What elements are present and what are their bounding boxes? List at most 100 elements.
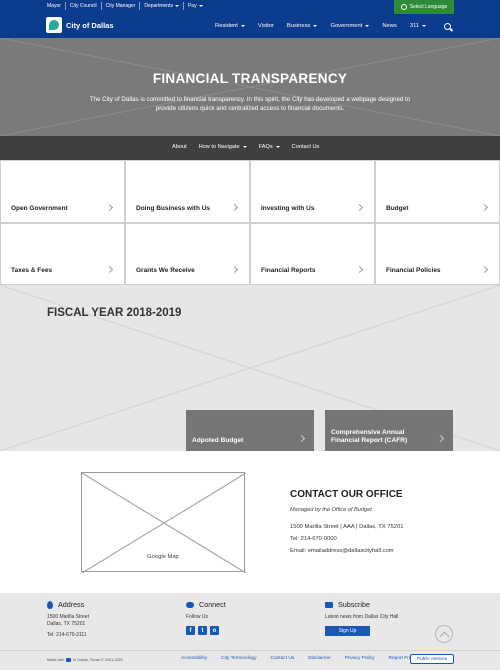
chevron-down-icon [174, 5, 179, 7]
chevron-down-icon [198, 5, 203, 7]
nav-item-311[interactable]: 311 [410, 23, 427, 29]
nav-item-news[interactable]: News [382, 23, 397, 29]
tile-investing[interactable]: Investing with Us [250, 160, 375, 223]
contact-section: Google Map CONTACT OUR OFFICE Managed by… [0, 451, 500, 593]
city-logo[interactable]: City of Dallas [46, 17, 114, 33]
google-map[interactable]: Google Map [81, 472, 246, 573]
tile-taxes-fees[interactable]: Taxes & Fees [0, 222, 125, 285]
globe-icon [400, 4, 407, 10]
chevron-right-icon [230, 265, 239, 274]
topic-tiles: Open Government Doing Business with Us I… [0, 160, 500, 285]
nav-item-visitor[interactable]: Visitor [258, 23, 274, 29]
mail-icon [325, 601, 333, 608]
utility-link-pay[interactable]: Pay [182, 2, 207, 10]
chevron-down-icon [275, 146, 280, 148]
chevron-down-icon [240, 25, 245, 27]
tile-label: Financial Reports [261, 267, 316, 274]
chat-bubble-icon [186, 601, 194, 608]
hero-banner: FINANCIAL TRANSPARENCY The City of Dalla… [0, 38, 500, 136]
subnav-item-contact-us[interactable]: Contact Us [292, 144, 320, 150]
fiscal-year-title: FISCAL YEAR 2018-2019 [47, 307, 182, 319]
dallas-logo-icon [46, 17, 62, 33]
footer-subscribe-heading: Subscribe [338, 600, 370, 609]
footer-link-privacy-policy[interactable]: Privacy Policy [345, 656, 375, 661]
tile-grants[interactable]: Grants We Receive [125, 222, 250, 285]
nav-items: Resident Visitor Business Government New… [215, 23, 439, 29]
chevron-right-icon [297, 434, 306, 443]
nav-item-business[interactable]: Business [287, 23, 318, 29]
chevron-right-icon [230, 203, 239, 211]
utility-bar: Mayor City Council City Manager Departme… [0, 0, 500, 14]
footer-bottom-bar: Made with in Dallas, Texas © 2001-2021 A… [0, 650, 500, 670]
chevron-right-icon [355, 203, 364, 211]
chevron-down-icon [365, 25, 370, 27]
hero-description: The City of Dallas is committed to finan… [89, 96, 411, 112]
facebook-icon[interactable]: f [186, 626, 195, 635]
footer-links: Accessibility City Terminology Contact U… [181, 656, 431, 661]
tile-label: Doing Business with Us [136, 204, 211, 212]
contact-title: CONTACT OUR OFFICE [290, 489, 403, 500]
tile-label: Investing with Us [261, 204, 315, 212]
tile-financial-reports[interactable]: Financial Reports [250, 222, 375, 285]
utility-link-departments[interactable]: Departments [139, 2, 183, 10]
tile-label: Budget [386, 204, 409, 212]
footer-link-city-terminology[interactable]: City Terminology [221, 656, 256, 661]
page-title: FINANCIAL TRANSPARENCY [152, 71, 348, 86]
utility-links: Mayor City Council City Manager Departme… [45, 2, 207, 10]
chevron-right-icon [436, 434, 445, 443]
sign-up-button[interactable]: Sign Up [325, 626, 370, 636]
tile-financial-policies[interactable]: Financial Policies [375, 222, 500, 285]
fiscal-year-section: FISCAL YEAR 2018-2019 Adpoted Budget Com… [0, 285, 500, 451]
select-language-button[interactable]: Select Language [394, 0, 454, 14]
main-navigation: City of Dallas Resident Visitor Business… [0, 14, 500, 38]
tile-label: Grants We Receive [136, 267, 195, 274]
contact-email[interactable]: Email: emailaddress@dallascityhall.com [290, 548, 394, 554]
chevron-down-icon [313, 25, 318, 27]
footer-link-accessibility[interactable]: Accessibility [181, 656, 207, 661]
managed-by: Managed by the Office of Budget [290, 507, 372, 513]
utility-link-mayor[interactable]: Mayor [45, 2, 65, 10]
footer-address: Address 1500 Marilla Street Dallas, TX 7… [47, 600, 89, 639]
chevron-right-icon [105, 265, 114, 274]
footer-address-heading: Address [58, 600, 85, 609]
chevron-right-icon [480, 265, 489, 274]
adopted-budget-button[interactable]: Adpoted Budget [186, 410, 314, 451]
footer-address-line1: 1500 Marilla Street [47, 614, 89, 620]
chevron-right-icon [105, 203, 114, 211]
subnav-item-how-to-navigate[interactable]: How to Navigate [199, 144, 247, 150]
chevron-right-icon [355, 265, 364, 274]
secondary-navigation: About How to Navigate FAQs Contact Us [0, 136, 500, 160]
twitter-icon[interactable]: t [198, 626, 207, 635]
youtube-icon[interactable]: o [210, 626, 219, 635]
utility-link-city-council[interactable]: City Council [64, 2, 101, 10]
cafr-button[interactable]: Comprehensive Annual Financial Report (CA… [325, 410, 453, 451]
contact-tel: Tel: 214-670-0000 [290, 536, 337, 542]
made-with-prefix: Made with [47, 658, 65, 662]
back-to-top-button[interactable] [435, 625, 453, 643]
subnav-item-faqs[interactable]: FAQs [259, 144, 280, 150]
logo-text: City of Dallas [66, 20, 114, 30]
public-notices-button[interactable]: Public Notices [410, 654, 454, 664]
heart-icon [66, 658, 72, 662]
chevron-right-icon [480, 203, 489, 211]
subnav-item-about[interactable]: About [172, 144, 187, 150]
nav-item-government[interactable]: Government [330, 23, 370, 29]
search-icon[interactable] [444, 23, 451, 30]
map-label: Google Map [147, 554, 179, 560]
made-with-credit: Made with in Dallas, Texas © 2001-2021 [47, 658, 123, 662]
select-language-label: Select Language [409, 4, 448, 10]
footer-subscribe: Subscribe Latest news from Dallas City H… [325, 600, 398, 636]
chevron-down-icon [242, 146, 247, 148]
footer-tel: Tel: 214-670-3111 [47, 632, 87, 638]
chevron-down-icon [422, 25, 427, 27]
footer-link-disclaimer[interactable]: Disclaimer [308, 656, 330, 661]
tile-doing-business[interactable]: Doing Business with Us [125, 160, 250, 223]
tile-label: Taxes & Fees [11, 267, 53, 274]
follow-us-label: Follow Us [186, 614, 208, 620]
footer-link-contact-us[interactable]: Contact Us [271, 656, 295, 661]
nav-item-resident[interactable]: Resident [215, 23, 245, 29]
utility-link-city-manager[interactable]: City Manager [100, 2, 140, 10]
contact-address: 1500 Marilla Street | AAA | Dallas, TX 7… [290, 524, 404, 530]
tile-open-government[interactable]: Open Government [0, 160, 125, 223]
tile-budget[interactable]: Budget [375, 160, 500, 223]
